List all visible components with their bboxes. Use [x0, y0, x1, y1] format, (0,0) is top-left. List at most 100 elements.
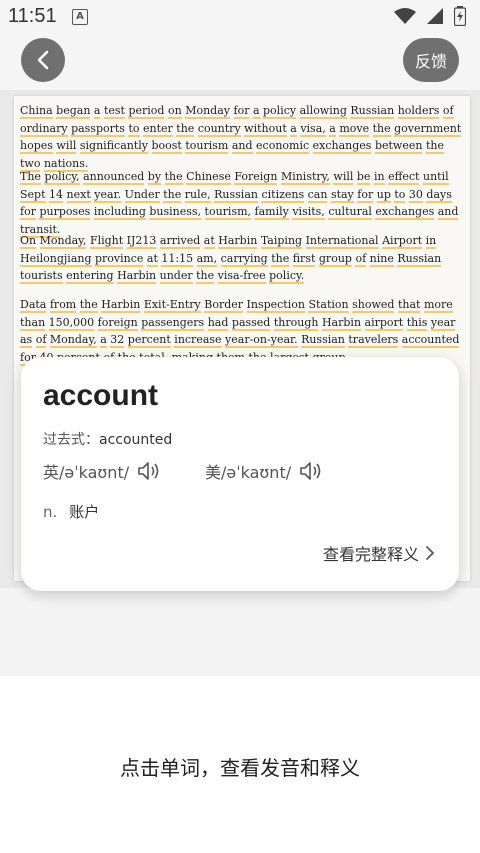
uk-pronunciation[interactable]: 英/əˈkaʊnt/: [43, 459, 161, 483]
article-word[interactable]: Harbin: [321, 315, 362, 331]
article-word[interactable]: holders: [397, 104, 440, 119]
article-word[interactable]: Heilongjiang: [20, 251, 92, 267]
article-word[interactable]: including: [93, 205, 146, 220]
article-word[interactable]: family: [254, 205, 289, 220]
article-word[interactable]: a: [329, 121, 336, 137]
article-word[interactable]: tourism: [185, 139, 229, 154]
article-word[interactable]: for: [233, 104, 250, 119]
article-word[interactable]: than: [20, 315, 46, 331]
article-word[interactable]: year-on-year.: [225, 333, 298, 348]
us-pronunciation[interactable]: 美/əˈkaʊnt/: [205, 459, 323, 483]
article-word[interactable]: percent: [127, 333, 171, 348]
article-word[interactable]: Ministry,: [280, 170, 330, 185]
article-word[interactable]: in: [425, 234, 437, 249]
article-word[interactable]: had: [207, 315, 229, 331]
article-word[interactable]: announced: [83, 170, 145, 185]
article-word[interactable]: on: [167, 104, 182, 119]
article-word[interactable]: accounted: [401, 333, 460, 348]
article-word[interactable]: in: [373, 170, 385, 185]
article-word[interactable]: Monday,: [39, 234, 87, 249]
article-word[interactable]: Border: [204, 298, 244, 313]
article-word[interactable]: policy.: [269, 269, 305, 284]
article-word[interactable]: significantly: [79, 139, 148, 154]
article-word[interactable]: enter: [143, 121, 173, 137]
article-word[interactable]: Data: [20, 298, 47, 313]
article-word[interactable]: exchanges: [312, 139, 372, 154]
article-word[interactable]: began: [56, 104, 91, 119]
article-word[interactable]: Airport: [382, 234, 423, 249]
article-word[interactable]: 11:15: [161, 251, 194, 267]
article-word[interactable]: China: [20, 104, 53, 119]
article-paragraph[interactable]: On Monday, Flight IJ213 arrived at Harbi…: [20, 232, 466, 285]
article-word[interactable]: The: [20, 170, 41, 185]
article-word[interactable]: exchanges: [375, 205, 435, 220]
article-word[interactable]: am,: [196, 251, 218, 267]
article-word[interactable]: the: [271, 251, 290, 267]
article-word[interactable]: arrived: [159, 234, 201, 249]
article-word[interactable]: IJ213: [126, 234, 157, 249]
article-word[interactable]: Foreign: [234, 170, 278, 185]
article-word[interactable]: the: [163, 187, 182, 203]
article-word[interactable]: entering: [66, 269, 114, 284]
article-word[interactable]: be: [356, 170, 371, 185]
article-word[interactable]: rule,: [184, 187, 211, 203]
article-word[interactable]: allowing: [299, 104, 347, 119]
article-word[interactable]: and: [231, 139, 253, 154]
article-word[interactable]: policy,: [44, 170, 80, 185]
article-word[interactable]: citizens: [261, 187, 305, 203]
article-word[interactable]: next: [66, 187, 91, 203]
article-word[interactable]: Monday: [185, 104, 230, 119]
full-definition-link[interactable]: 查看完整释义: [323, 541, 435, 565]
article-paragraph[interactable]: China began a test period on Monday for …: [20, 102, 466, 172]
article-word[interactable]: Inspection: [246, 298, 305, 313]
article-word[interactable]: until: [422, 170, 449, 185]
article-word[interactable]: to: [394, 187, 406, 203]
article-word[interactable]: group: [318, 251, 352, 267]
article-word[interactable]: will: [56, 139, 77, 154]
article-word[interactable]: without: [244, 121, 287, 137]
article-word[interactable]: from: [49, 298, 77, 313]
article-word[interactable]: more: [423, 298, 453, 313]
article-word[interactable]: Taiping: [260, 234, 303, 249]
article-word[interactable]: Under: [124, 187, 160, 203]
article-word[interactable]: by: [147, 170, 162, 185]
article-word[interactable]: through: [273, 315, 319, 331]
article-word[interactable]: a: [93, 104, 101, 119]
article-word[interactable]: Harbin: [218, 234, 258, 249]
article-word[interactable]: test: [103, 104, 125, 119]
article-word[interactable]: International: [305, 234, 379, 249]
article-word[interactable]: first: [292, 251, 316, 267]
article-paragraph[interactable]: The policy, announced by the Chinese For…: [20, 168, 466, 238]
article-word[interactable]: as: [20, 333, 33, 348]
article-word[interactable]: increase: [174, 333, 222, 348]
article-word[interactable]: policy: [263, 104, 297, 119]
feedback-button[interactable]: 反馈: [403, 38, 459, 82]
speaker-icon[interactable]: [137, 460, 161, 482]
article-word[interactable]: days: [426, 187, 452, 203]
article-word[interactable]: Chinese: [186, 170, 231, 185]
article-word[interactable]: 14: [49, 187, 64, 203]
article-word[interactable]: 32: [110, 333, 125, 348]
article-word[interactable]: passports: [71, 121, 125, 137]
article-word[interactable]: will: [333, 170, 354, 185]
speaker-icon[interactable]: [299, 460, 323, 482]
back-button[interactable]: [21, 38, 65, 82]
article-word[interactable]: visa-free: [217, 269, 266, 284]
article-word[interactable]: airport: [364, 315, 404, 331]
article-word[interactable]: visits,: [292, 205, 325, 220]
article-word[interactable]: of: [355, 251, 367, 267]
article-word[interactable]: under: [159, 269, 193, 284]
article-word[interactable]: purposes: [39, 205, 91, 220]
article-word[interactable]: hopes: [20, 139, 53, 154]
article-word[interactable]: the: [164, 170, 183, 185]
article-word[interactable]: the: [196, 269, 215, 284]
article-word[interactable]: foreign: [97, 315, 138, 331]
article-word[interactable]: Exit-Entry: [143, 298, 201, 313]
article-word[interactable]: at: [203, 234, 215, 249]
article-word[interactable]: move: [339, 121, 370, 137]
article-word[interactable]: year: [430, 315, 456, 331]
article-word[interactable]: of: [35, 333, 47, 348]
article-word[interactable]: Sept: [20, 187, 46, 203]
article-word[interactable]: visa,: [300, 121, 326, 137]
article-word[interactable]: this: [406, 315, 428, 331]
